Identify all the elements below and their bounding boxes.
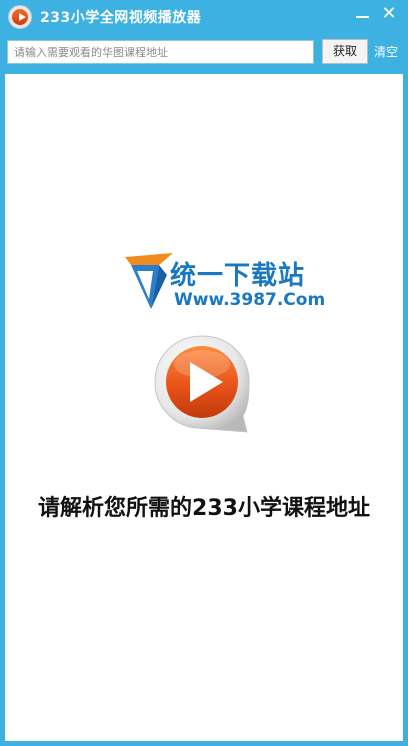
logo-title: 统一下载站 — [170, 261, 306, 291]
close-button[interactable]: ✕ — [376, 2, 402, 28]
play-icon — [8, 5, 32, 29]
play-icon — [154, 335, 250, 433]
fetch-button[interactable]: 获取 — [322, 39, 368, 64]
minimize-icon — [356, 16, 369, 18]
parse-prompt: 请解析您所需的233小学课程地址 — [38, 496, 370, 521]
logo-mark-icon — [125, 253, 173, 309]
window-title: 233小学全网视频播放器 — [40, 10, 202, 26]
close-icon: ✕ — [381, 3, 397, 24]
app-icon-triangle — [19, 13, 26, 21]
minimize-button[interactable] — [350, 2, 376, 28]
title-bar[interactable]: 233小学全网视频播放器 ✕ — [0, 0, 408, 34]
video-area: 统一下载站 Www.3987.Com 请解析您所需的233小学课程地址 — [5, 74, 403, 741]
app-window: 233小学全网视频播放器 ✕ 获取 清空 统一下载站 Www.3987.Com — [0, 0, 408, 746]
course-url-input[interactable] — [7, 40, 314, 64]
logo-url: Www.3987.Com — [174, 290, 326, 310]
clear-button[interactable]: 清空 — [374, 43, 398, 60]
site-logo: 统一下载站 Www.3987.Com — [123, 251, 325, 321]
